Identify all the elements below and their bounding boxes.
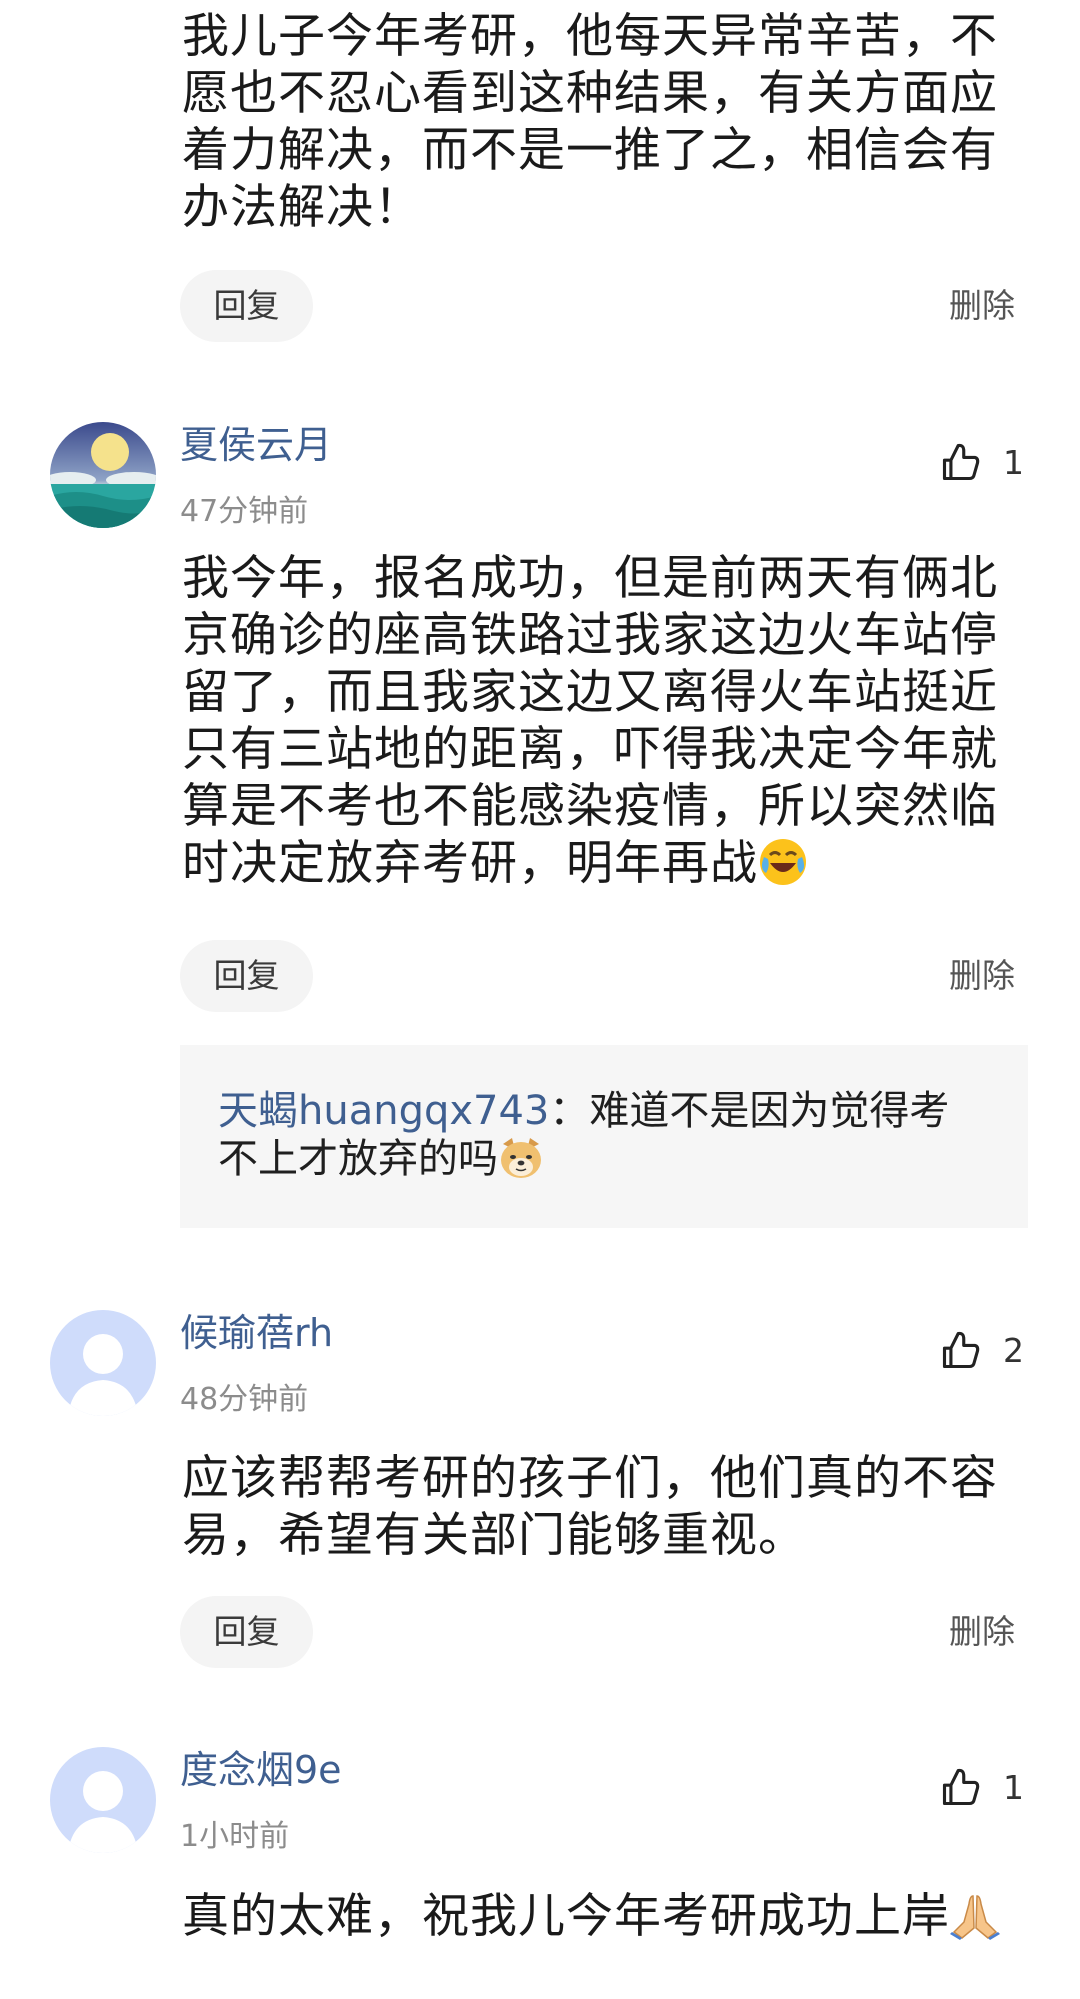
comment-list: 我儿子今年考研，他每天异常辛苦，不愿也不忍心看到这种结果，有关方面应着力解决，而…	[0, 0, 1080, 1999]
comment-actions: 回复 删除	[180, 1596, 1015, 1668]
folded-hands-emoji	[950, 1892, 1000, 1953]
like-button[interactable]: 1	[939, 1762, 1024, 1812]
sub-reply-box[interactable]: 天蝎huangqx743：难道不是因为觉得考不上才放弃的吗	[180, 1045, 1028, 1228]
sub-reply-text: 天蝎huangqx743：难道不是因为觉得考不上才放弃的吗	[218, 1087, 978, 1191]
avatar[interactable]	[50, 422, 156, 528]
avatar[interactable]	[50, 1310, 156, 1416]
reply-button[interactable]: 回复	[180, 270, 313, 342]
like-button[interactable]: 1	[939, 437, 1024, 487]
avatar[interactable]	[50, 1747, 156, 1853]
comment-username[interactable]: 度念烟9e	[180, 1747, 342, 1793]
comment-username[interactable]: 夏侯云月	[180, 422, 332, 468]
reply-button[interactable]: 回复	[180, 940, 313, 1012]
default-avatar-icon	[50, 1747, 156, 1853]
delete-button[interactable]: 删除	[949, 940, 1015, 1012]
comment-time: 48分钟前	[180, 1382, 309, 1417]
comment-content: 应该帮帮考研的孩子们，他们真的不容易，希望有关部门能够重视。	[182, 1451, 998, 1563]
delete-button[interactable]: 删除	[949, 1596, 1015, 1668]
sub-reply-username[interactable]: 天蝎huangqx743	[218, 1088, 549, 1134]
thumbs-up-icon	[942, 1331, 980, 1369]
thumbs-up-icon	[942, 443, 980, 481]
comment-time: 47分钟前	[180, 494, 309, 529]
default-avatar-icon	[50, 1310, 156, 1416]
comment-actions: 回复 删除	[180, 270, 1015, 342]
like-button[interactable]: 2	[939, 1325, 1024, 1375]
laughing-crying-emoji	[758, 837, 808, 900]
comment-time: 1小时前	[180, 1819, 290, 1854]
like-count: 1	[1003, 1767, 1024, 1807]
comment-username[interactable]: 候瑜蓓rh	[180, 1310, 333, 1356]
delete-button[interactable]: 删除	[949, 270, 1015, 342]
comment-actions: 回复 删除	[180, 940, 1015, 1012]
like-count: 2	[1003, 1330, 1024, 1370]
reply-button[interactable]: 回复	[180, 1596, 313, 1668]
thumbs-up-icon	[942, 1768, 980, 1806]
doge-emoji	[498, 1136, 544, 1191]
avatar-beach-sun-image	[50, 422, 156, 528]
like-count: 1	[1003, 442, 1024, 482]
comment-content: 真的太难，祝我儿今年考研成功上岸	[182, 1888, 1022, 1953]
comment-content: 我今年，报名成功，但是前两天有俩北京确诊的座高铁路过我家这边火车站停留了，而且我…	[182, 550, 1022, 900]
comment-content: 我儿子今年考研，他每天异常辛苦，不愿也不忍心看到这种结果，有关方面应着力解决，而…	[182, 9, 998, 235]
